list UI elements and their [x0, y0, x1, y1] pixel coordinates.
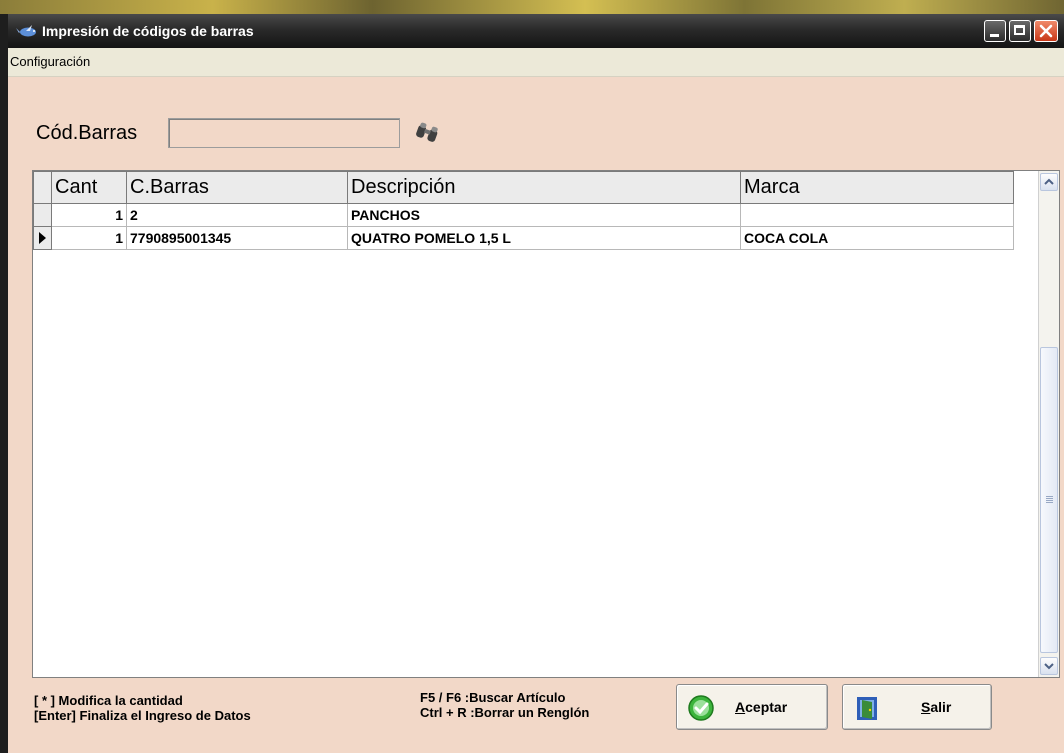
col-barras[interactable]: C.Barras [126, 171, 348, 204]
hint-modify-qty: [ * ] Modifica la cantidad [34, 693, 183, 708]
col-cant[interactable]: Cant [51, 171, 127, 204]
cell-cant[interactable]: 1 [51, 226, 127, 250]
desktop-background [0, 0, 1064, 14]
chevron-up-icon [1044, 178, 1054, 185]
barcode-label: Cód.Barras [36, 122, 138, 144]
col-marca[interactable]: Marca [740, 171, 1014, 204]
row-indicator-header [33, 171, 52, 204]
close-icon [1039, 24, 1053, 38]
app-bird-icon [16, 25, 36, 37]
window-title: Impresión de códigos de barras [42, 23, 254, 39]
aceptar-button[interactable]: Aceptar [676, 684, 828, 730]
hint-search: F5 / F6 :Buscar Artículo [420, 690, 566, 705]
salir-label: Salir [921, 699, 952, 715]
current-row-arrow-icon [39, 232, 46, 244]
vertical-scrollbar[interactable] [1038, 171, 1059, 677]
grid-header-row: Cant C.Barras Descripción Marca [33, 171, 1014, 204]
close-button[interactable] [1034, 20, 1058, 42]
table-row[interactable]: 1 2 PANCHOS [33, 203, 1014, 227]
menu-bar: Configuración [8, 48, 1064, 77]
scroll-thumb[interactable] [1040, 347, 1058, 653]
cell-barras[interactable]: 2 [126, 203, 348, 227]
row-indicator [33, 226, 52, 250]
cell-marca[interactable] [740, 203, 1014, 227]
items-grid[interactable]: Cant C.Barras Descripción Marca 1 2 PANC… [32, 170, 1060, 678]
barcode-input[interactable] [168, 118, 400, 148]
minimize-button[interactable] [984, 20, 1006, 42]
hint-enter: [Enter] Finaliza el Ingreso de Datos [34, 708, 251, 723]
cell-marca[interactable]: COCA COLA [740, 226, 1014, 250]
menu-configuracion[interactable]: Configuración [10, 54, 90, 69]
chevron-down-icon [1044, 663, 1054, 670]
cell-descripcion[interactable]: PANCHOS [347, 203, 741, 227]
aceptar-label: Aceptar [735, 699, 788, 715]
salir-button[interactable]: Salir [842, 684, 992, 730]
cell-barras[interactable]: 7790895001345 [126, 226, 348, 250]
scroll-down-button[interactable] [1040, 657, 1058, 675]
title-bar[interactable]: Impresión de códigos de barras [8, 14, 1064, 48]
minimize-icon [990, 34, 999, 37]
binoculars-icon[interactable] [414, 122, 442, 144]
col-descripcion[interactable]: Descripción [347, 171, 741, 204]
maximize-icon [1014, 25, 1025, 35]
exit-door-icon [857, 697, 877, 720]
main-window: Impresión de códigos de barras Configura… [0, 14, 1064, 753]
hint-delete-row: Ctrl + R :Borrar un Renglón [420, 705, 590, 720]
grip-icon [1046, 496, 1053, 497]
cell-descripcion[interactable]: QUATRO POMELO 1,5 L [347, 226, 741, 250]
items-table: Cant C.Barras Descripción Marca 1 2 PANC… [33, 171, 1014, 250]
green-check-icon [688, 695, 714, 721]
table-row[interactable]: 1 7790895001345 QUATRO POMELO 1,5 L COCA… [33, 226, 1014, 250]
scroll-up-button[interactable] [1040, 173, 1058, 191]
row-indicator [33, 203, 52, 227]
cell-cant[interactable]: 1 [51, 203, 127, 227]
maximize-button[interactable] [1009, 20, 1031, 42]
